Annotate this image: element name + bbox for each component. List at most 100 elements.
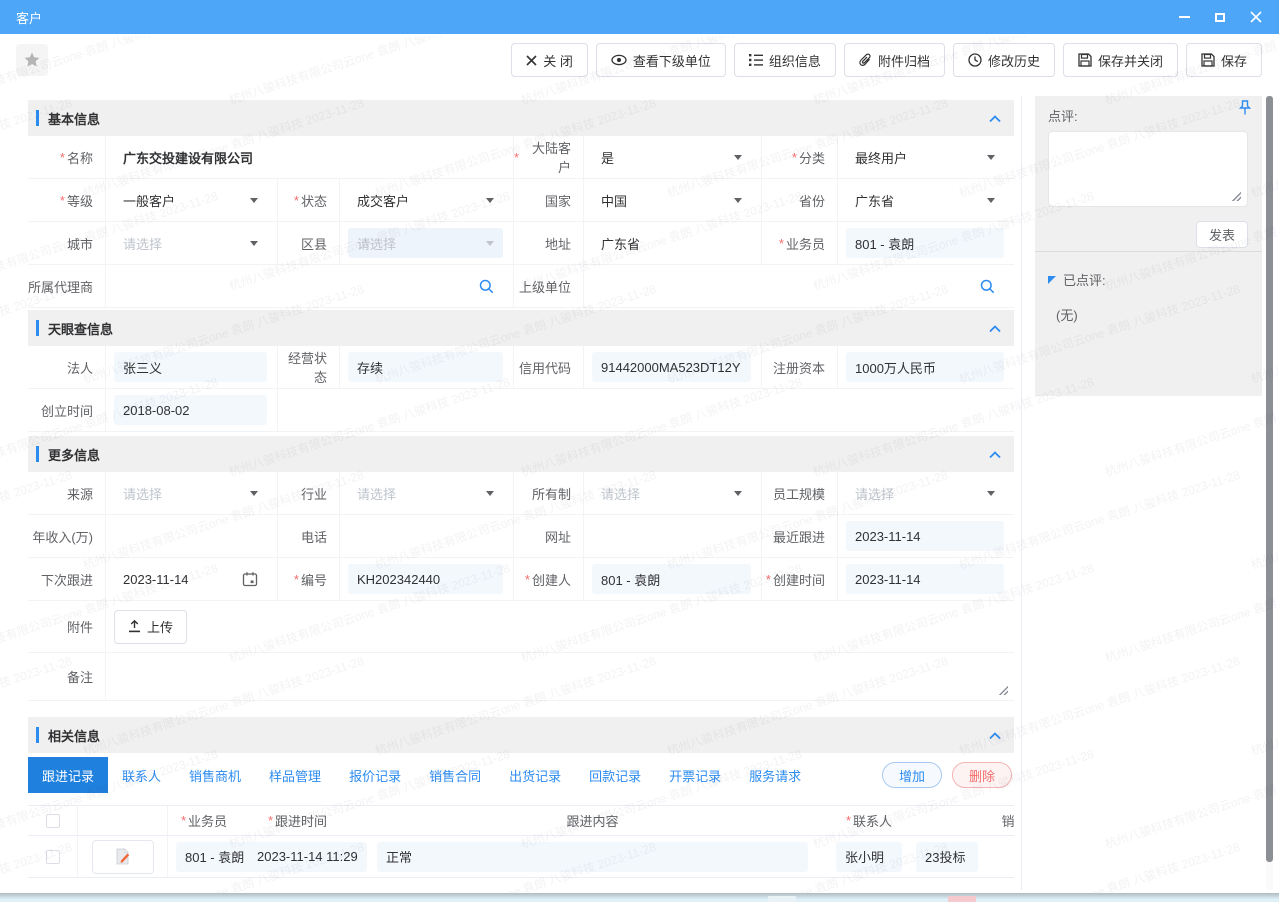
mainland-select[interactable]: 是 — [592, 142, 751, 172]
parent-unit-search-input[interactable] — [592, 271, 1004, 301]
contact-cell[interactable]: 张小明 — [836, 842, 902, 872]
chevron-up-icon[interactable] — [988, 114, 1002, 123]
search-icon[interactable] — [980, 279, 995, 294]
opportunity-cell[interactable]: 23投标 — [916, 842, 978, 872]
taskbar-tile — [768, 896, 796, 902]
last-followup-input[interactable]: 2023-11-14 — [846, 521, 1004, 551]
credit-code-input[interactable]: 91442000MA523DT12Y — [592, 352, 751, 382]
document-edit-icon — [115, 848, 131, 865]
tab-invoice-records[interactable]: 开票记录 — [655, 757, 735, 793]
section-tianyancha-header[interactable]: 天眼查信息 — [28, 310, 1014, 346]
website-input[interactable] — [592, 521, 751, 551]
section-title: 相关信息 — [48, 726, 100, 745]
chevron-down-icon — [250, 198, 258, 203]
remark-textarea[interactable] — [106, 653, 1014, 700]
tab-contacts[interactable]: 联系人 — [108, 757, 175, 793]
legal-person-field: 张三义 — [106, 346, 278, 389]
add-button[interactable]: 增加 — [882, 762, 942, 788]
level-select[interactable]: 一般客户 — [114, 185, 267, 215]
row-checkbox[interactable] — [46, 850, 60, 864]
industry-label: 行业 — [278, 472, 340, 515]
category-select[interactable]: 最终用户 — [846, 142, 1004, 172]
maximize-button[interactable] — [1213, 10, 1227, 24]
tab-payment-records[interactable]: 回款记录 — [575, 757, 655, 793]
section-accent-bar — [36, 727, 39, 743]
tab-service-requests[interactable]: 服务请求 — [735, 757, 815, 793]
save-and-close-button[interactable]: 保存并关闭 — [1063, 43, 1178, 77]
salesman-label: 业务员 — [762, 222, 838, 265]
creator-input[interactable]: 801 - 袁朗 — [592, 564, 751, 594]
ownership-select[interactable]: 请选择 — [592, 478, 751, 508]
district-select[interactable]: 请选择 — [348, 228, 503, 258]
salesman-input[interactable]: 801 - 袁朗 — [846, 228, 1004, 258]
created-time-input[interactable]: 2023-11-14 — [846, 564, 1004, 594]
attachment-field: 上传 — [106, 601, 1014, 653]
status-select[interactable]: 成交客户 — [348, 185, 503, 215]
select-all-checkbox[interactable] — [46, 814, 60, 828]
next-followup-date-input[interactable]: 2023-11-14 — [114, 564, 267, 594]
publish-button[interactable]: 发表 — [1196, 221, 1248, 248]
organization-info-button[interactable]: 组织信息 — [734, 43, 836, 77]
annual-revenue-input[interactable] — [114, 521, 267, 551]
operating-status-input[interactable]: 存续 — [348, 352, 503, 382]
tab-quotation-records[interactable]: 报价记录 — [335, 757, 415, 793]
vertical-scrollbar[interactable] — [1266, 96, 1273, 890]
close-window-button[interactable] — [1249, 10, 1263, 24]
commented-toggle[interactable]: 已点评: — [1048, 270, 1248, 289]
name-input[interactable]: 广东交投建设有限公司 — [114, 142, 503, 172]
chevron-up-icon[interactable] — [988, 324, 1002, 333]
province-select[interactable]: 广东省 — [846, 185, 1004, 215]
followup-content-cell[interactable]: 正常 — [377, 842, 808, 872]
phone-field — [340, 515, 514, 558]
agent-search-input[interactable] — [114, 271, 503, 301]
chevron-down-icon — [486, 198, 494, 203]
registered-capital-input[interactable]: 1000万人民币 — [846, 352, 1004, 382]
taskbar-tile — [948, 896, 976, 902]
tab-sales-opportunities[interactable]: 销售商机 — [175, 757, 255, 793]
close-button[interactable]: 关 闭 — [511, 43, 588, 77]
country-select[interactable]: 中国 — [592, 185, 751, 215]
agent-field — [106, 265, 514, 308]
industry-select[interactable]: 请选择 — [348, 478, 503, 508]
commented-label: 已点评: — [1063, 270, 1106, 289]
section-related-header[interactable]: 相关信息 — [28, 717, 1014, 753]
comment-textarea[interactable] — [1048, 131, 1248, 207]
resize-grip-icon[interactable] — [1230, 190, 1241, 201]
search-icon[interactable] — [479, 279, 494, 294]
minimize-button[interactable] — [1177, 10, 1191, 24]
address-input[interactable]: 广东省 — [592, 228, 751, 258]
chevron-down-icon — [987, 198, 995, 203]
founded-date-input[interactable]: 2018-08-02 — [114, 395, 267, 425]
modification-history-button[interactable]: 修改历史 — [953, 43, 1055, 77]
chevron-up-icon[interactable] — [988, 731, 1002, 740]
calendar-icon[interactable] — [242, 571, 258, 587]
favorite-star-button[interactable] — [16, 44, 48, 76]
agent-label: 所属代理商 — [28, 265, 106, 308]
section-more-header[interactable]: 更多信息 — [28, 436, 1014, 472]
chevron-up-icon[interactable] — [988, 450, 1002, 459]
customer-form-panel: 基本信息 名称 广东交投建设有限公司 大陆客户 是 分类 最终用户 — [20, 96, 1014, 890]
legal-person-input[interactable]: 张三义 — [114, 352, 267, 382]
attachment-archive-button[interactable]: 附件归档 — [844, 43, 945, 77]
scrollbar-thumb[interactable] — [1266, 96, 1273, 862]
tab-followup-records[interactable]: 跟进记录 — [28, 757, 108, 793]
code-input[interactable]: KH202342440 — [348, 564, 503, 594]
tab-sample-management[interactable]: 样品管理 — [255, 757, 335, 793]
address-label: 地址 — [514, 222, 584, 265]
source-select[interactable]: 请选择 — [114, 478, 267, 508]
edit-record-button[interactable] — [92, 840, 154, 874]
tab-sales-contracts[interactable]: 销售合同 — [415, 757, 495, 793]
pin-icon[interactable] — [1238, 100, 1252, 116]
tab-shipment-records[interactable]: 出货记录 — [495, 757, 575, 793]
followup-time-cell[interactable]: 2023-11-14 11:29 — [248, 842, 367, 872]
employee-scale-select[interactable]: 请选择 — [846, 478, 1004, 508]
upload-button[interactable]: 上传 — [114, 610, 187, 644]
registered-capital-label: 注册资本 — [762, 346, 838, 389]
phone-input[interactable] — [348, 521, 503, 551]
city-select[interactable]: 请选择 — [114, 228, 267, 258]
section-basic-header[interactable]: 基本信息 — [28, 100, 1014, 136]
delete-button[interactable]: 删除 — [952, 762, 1012, 788]
founded-date-label: 创立时间 — [28, 389, 106, 432]
view-subordinate-units-button[interactable]: 查看下级单位 — [596, 43, 726, 77]
save-button[interactable]: 保存 — [1186, 43, 1262, 77]
